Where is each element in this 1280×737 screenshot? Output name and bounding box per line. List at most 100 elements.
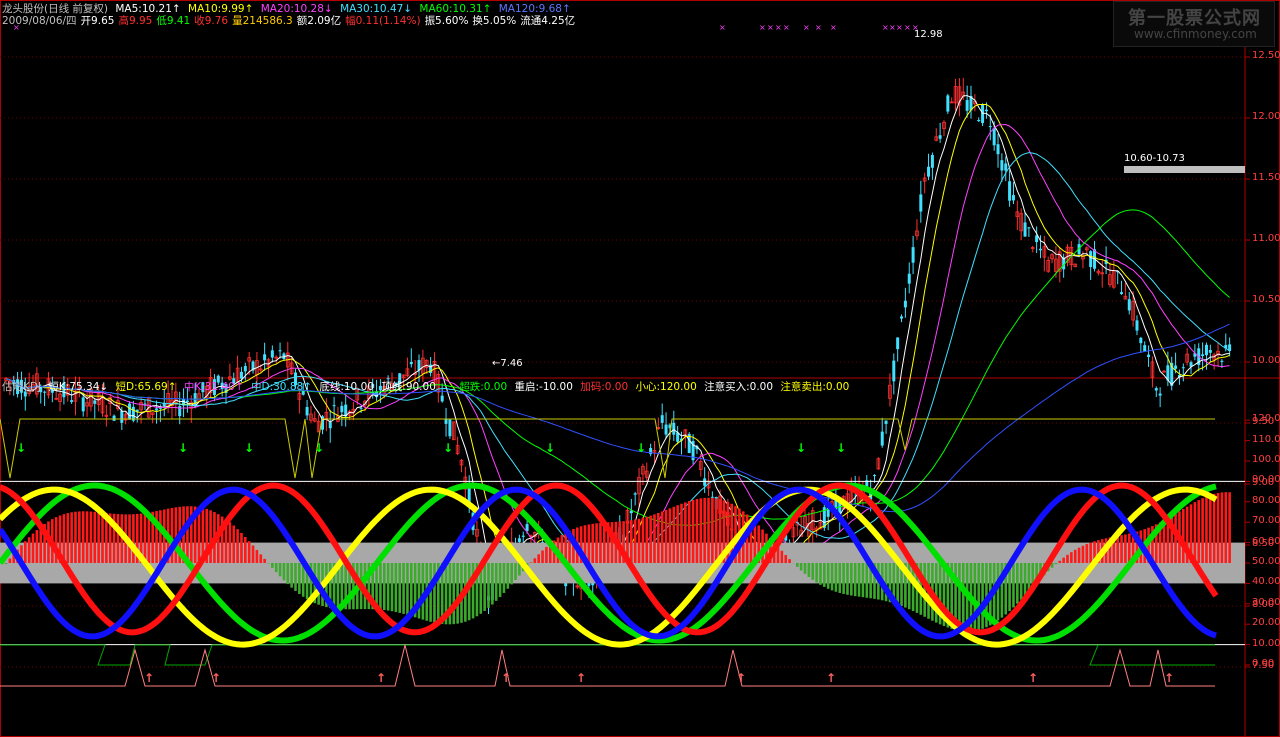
candle-body bbox=[965, 100, 969, 111]
candle-body bbox=[896, 337, 900, 350]
candle-body bbox=[1147, 354, 1151, 357]
histogram-bar bbox=[66, 513, 70, 563]
histogram-bar bbox=[1077, 547, 1081, 563]
histogram-bar bbox=[807, 563, 811, 577]
histogram-bar bbox=[680, 503, 683, 563]
sell-arrow-icon: ↓ bbox=[545, 441, 555, 455]
candle-body bbox=[633, 493, 637, 495]
candle-body bbox=[120, 410, 124, 423]
histogram-bar bbox=[1089, 542, 1092, 563]
sell-arrow-icon: ↓ bbox=[796, 441, 806, 455]
candle-body bbox=[664, 424, 668, 435]
candle-body bbox=[1027, 227, 1031, 229]
histogram-bar bbox=[711, 497, 714, 563]
histogram-bar bbox=[491, 563, 494, 605]
histogram-bar bbox=[796, 563, 799, 567]
histogram-bar bbox=[664, 509, 668, 563]
histogram-bar bbox=[1197, 500, 1201, 563]
histogram-bar bbox=[529, 562, 533, 563]
histogram-bar bbox=[996, 563, 1000, 621]
histogram-bar bbox=[159, 510, 162, 563]
stock-chart-canvas[interactable]: × × × × × × × × × × × × × ×↓ ↓ ↓ ↓ ↓ ↓ ↓ ↓ ↓↑ ↑ ↑ ↑ ↑ ↑ ↑ ↑ ↑ bbox=[0, 0, 1280, 737]
histogram-bar bbox=[382, 563, 386, 611]
buy-arrow-icon: ↑ bbox=[576, 671, 586, 685]
histogram-bar bbox=[850, 563, 853, 596]
attention-buy-readout: 注意买入:0.00 bbox=[704, 381, 774, 393]
histogram-bar bbox=[1209, 495, 1212, 563]
buy-arrow-icon: ↑ bbox=[144, 671, 154, 685]
histogram-bar bbox=[232, 525, 236, 563]
histogram-bar bbox=[398, 563, 402, 613]
histogram-bar bbox=[695, 499, 699, 563]
range-label: 10.60-10.73 bbox=[1124, 153, 1185, 164]
histogram-bar bbox=[421, 563, 425, 620]
candle-body bbox=[984, 109, 988, 112]
indicator-tick-label: 50.00 bbox=[1252, 556, 1280, 567]
histogram-bar bbox=[1212, 493, 1216, 563]
candle-body bbox=[305, 407, 309, 416]
histogram-bar bbox=[70, 512, 73, 563]
candle-body bbox=[703, 478, 707, 486]
histogram-bar bbox=[1228, 492, 1231, 563]
candle-body bbox=[243, 366, 247, 372]
candle-body bbox=[409, 361, 413, 365]
histogram-bar bbox=[691, 499, 695, 563]
histogram-bar bbox=[699, 498, 703, 563]
histogram-bar bbox=[433, 563, 436, 623]
signal-marker: × bbox=[803, 23, 810, 32]
histogram-bar bbox=[672, 506, 676, 563]
histogram-bar bbox=[514, 563, 517, 581]
sell-arrow-icon: ↓ bbox=[244, 441, 254, 455]
short-k-readout: 短K:75.34↓ bbox=[48, 381, 109, 393]
histogram-bar bbox=[1193, 502, 1197, 563]
careful-readout: 小心:120.00 bbox=[635, 381, 697, 393]
candle-body bbox=[1181, 367, 1185, 369]
histogram-bar bbox=[1058, 560, 1062, 563]
candle-body bbox=[340, 405, 344, 413]
buy-arrow-icon: ↑ bbox=[1028, 671, 1038, 685]
histogram-bar bbox=[143, 513, 147, 563]
date-readout: 2009/08/06/四 bbox=[2, 15, 77, 27]
histogram-bar bbox=[649, 515, 652, 563]
histogram-bar bbox=[684, 502, 687, 563]
indicator-tick-label: 0.00 bbox=[1252, 658, 1275, 669]
candle-body bbox=[1143, 345, 1147, 352]
histogram-bar bbox=[853, 563, 857, 597]
candle-body bbox=[1220, 360, 1224, 362]
histogram-bar bbox=[1019, 563, 1023, 600]
candle-body bbox=[1135, 320, 1139, 331]
histogram-bar bbox=[1054, 563, 1058, 565]
mid-k-readout: 中K:31.40↑ bbox=[183, 381, 244, 393]
indicator-title[interactable]: 估短KDJ bbox=[2, 381, 41, 393]
watermark-logo: 第一股票公式网 www.cfinmoney.com bbox=[1113, 1, 1275, 47]
candle-body bbox=[930, 154, 934, 168]
signal-marker: × bbox=[896, 23, 903, 32]
histogram-bar bbox=[1224, 492, 1228, 563]
histogram-bar bbox=[788, 559, 791, 563]
candle-body bbox=[185, 400, 189, 403]
histogram-bar bbox=[803, 563, 807, 574]
histogram-bar bbox=[456, 563, 459, 624]
histogram-bar bbox=[545, 546, 548, 563]
histogram-bar bbox=[1070, 552, 1073, 563]
histogram-bar bbox=[834, 563, 838, 592]
candle-body bbox=[1008, 181, 1012, 201]
candle-body bbox=[448, 419, 452, 437]
histogram-bar bbox=[977, 563, 981, 631]
histogram-bar bbox=[630, 520, 633, 563]
histogram-bar bbox=[707, 497, 710, 563]
candle-body bbox=[328, 422, 332, 429]
candle-body bbox=[996, 144, 1000, 155]
signal-marker: × bbox=[767, 23, 774, 32]
candle-body bbox=[660, 415, 664, 423]
histogram-bar bbox=[811, 563, 815, 580]
histogram-bar bbox=[402, 563, 405, 614]
histogram-bar bbox=[1120, 535, 1123, 563]
histogram-bar bbox=[8, 558, 12, 563]
histogram-bar bbox=[132, 514, 135, 563]
histogram-bar bbox=[74, 511, 77, 563]
candle-body bbox=[155, 408, 159, 411]
buy-arrow-icon: ↑ bbox=[736, 671, 746, 685]
histogram-bar bbox=[687, 501, 691, 563]
histogram-bar bbox=[1205, 496, 1208, 563]
